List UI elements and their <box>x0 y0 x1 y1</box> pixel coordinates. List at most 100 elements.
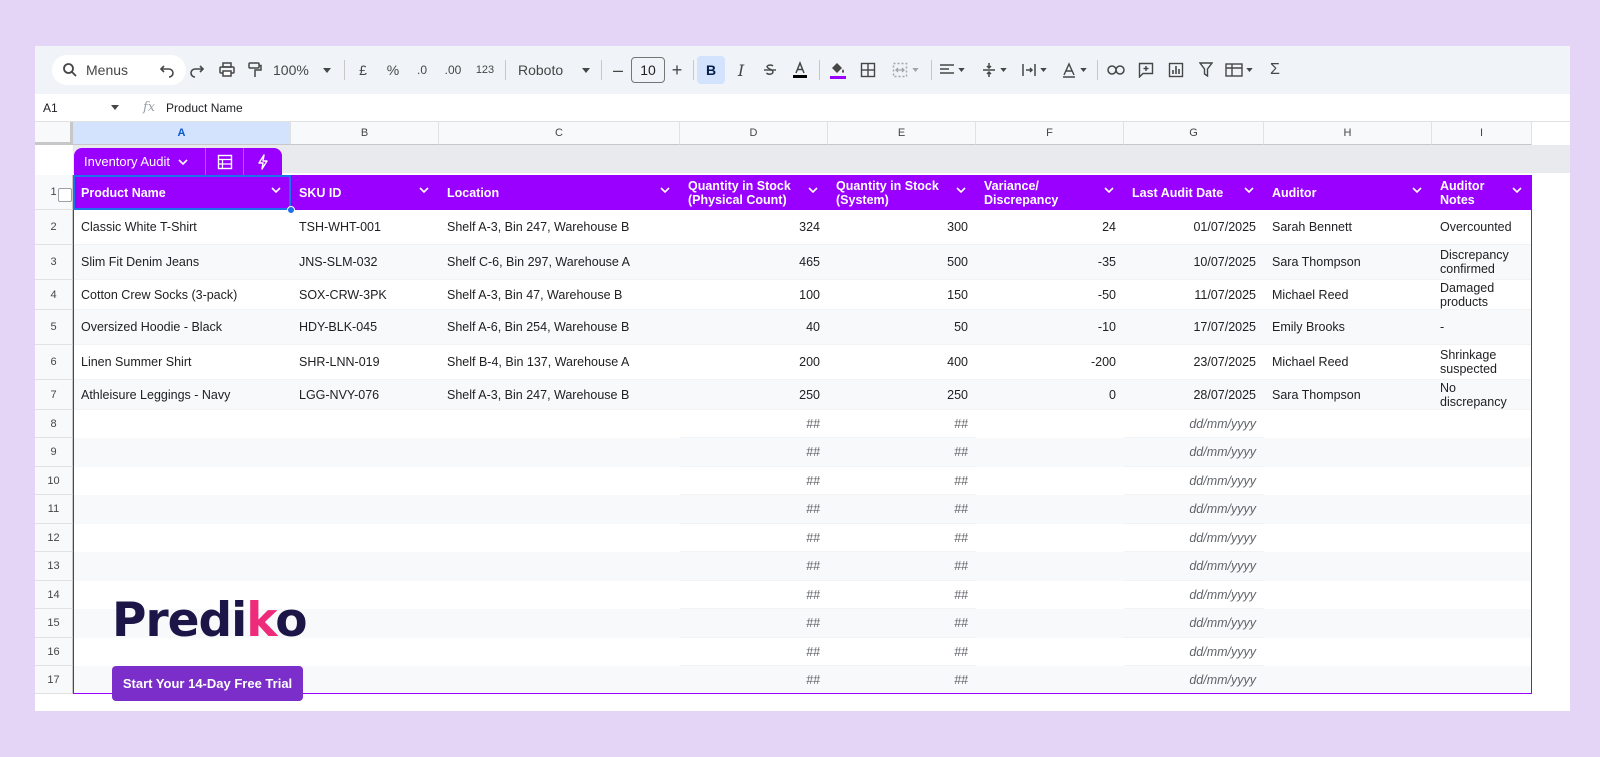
lightning-icon[interactable] <box>244 148 282 175</box>
cell-e9[interactable]: ## <box>828 438 976 467</box>
cell-a6[interactable]: Linen Summer Shirt <box>73 345 291 380</box>
cell-h4[interactable]: Michael Reed <box>1264 280 1432 310</box>
cell-h5[interactable]: Emily Brooks <box>1264 310 1432 345</box>
table-header-h[interactable]: Auditor <box>1264 175 1432 210</box>
table-header-a[interactable]: Product Name <box>73 175 291 210</box>
row-header-16[interactable]: 16 <box>35 638 73 666</box>
fill-color-icon[interactable] <box>825 56 851 84</box>
cell-e14[interactable]: ## <box>828 581 976 609</box>
cell-e16[interactable]: ## <box>828 638 976 666</box>
cell-i2[interactable]: Overcounted <box>1432 210 1532 245</box>
text-wrap-icon[interactable] <box>1017 56 1051 84</box>
print-icon[interactable] <box>215 56 239 84</box>
row-header-11[interactable]: 11 <box>35 495 73 524</box>
cell-h2[interactable]: Sarah Bennett <box>1264 210 1432 245</box>
font-size-decrease-button[interactable]: – <box>608 56 628 84</box>
filter-views-icon[interactable] <box>1221 56 1257 84</box>
cell-h3[interactable]: Sara Thompson <box>1264 245 1432 280</box>
column-header-c[interactable]: C <box>439 122 680 145</box>
free-trial-button[interactable]: Start Your 14-Day Free Trial <box>112 666 303 701</box>
row-header-17[interactable]: 17 <box>35 666 73 694</box>
cell-g6[interactable]: 23/07/2025 <box>1124 345 1264 380</box>
column-header-g[interactable]: G <box>1124 122 1264 145</box>
cell-a4[interactable]: Cotton Crew Socks (3-pack) <box>73 280 291 310</box>
cell-g8[interactable]: dd/mm/yyyy <box>1124 410 1264 438</box>
cell-a2[interactable]: Classic White T-Shirt <box>73 210 291 245</box>
cell-d8[interactable]: ## <box>680 410 828 438</box>
functions-button[interactable]: Σ <box>1263 56 1287 84</box>
column-header-a[interactable]: A <box>73 122 291 145</box>
column-header-h[interactable]: H <box>1264 122 1432 145</box>
cell-d13[interactable]: ## <box>680 552 828 581</box>
cell-g10[interactable]: dd/mm/yyyy <box>1124 467 1264 495</box>
text-color-icon[interactable] <box>787 56 813 84</box>
cell-g2[interactable]: 01/07/2025 <box>1124 210 1264 245</box>
cell-d14[interactable]: ## <box>680 581 828 609</box>
table-header-g[interactable]: Last Audit Date <box>1124 175 1264 210</box>
cell-g9[interactable]: dd/mm/yyyy <box>1124 438 1264 467</box>
cell-b2[interactable]: TSH-WHT-001 <box>291 210 439 245</box>
cell-g12[interactable]: dd/mm/yyyy <box>1124 524 1264 552</box>
filter-icon[interactable] <box>1193 56 1219 84</box>
cell-d2[interactable]: 324 <box>680 210 828 245</box>
cell-d5[interactable]: 40 <box>680 310 828 345</box>
font-size-increase-button[interactable]: + <box>667 56 687 84</box>
cell-b5[interactable]: HDY-BLK-045 <box>291 310 439 345</box>
row-header-3[interactable]: 3 <box>35 245 73 280</box>
cell-b4[interactable]: SOX-CRW-3PK <box>291 280 439 310</box>
cell-g3[interactable]: 10/07/2025 <box>1124 245 1264 280</box>
font-family-select[interactable]: Roboto <box>514 56 594 84</box>
cell-i5[interactable]: - <box>1432 310 1532 345</box>
cell-f3[interactable]: -35 <box>976 245 1124 280</box>
cell-a7[interactable]: Athleisure Leggings - Navy <box>73 380 291 410</box>
cell-d9[interactable]: ## <box>680 438 828 467</box>
cell-g14[interactable]: dd/mm/yyyy <box>1124 581 1264 609</box>
cell-d11[interactable]: ## <box>680 495 828 524</box>
cell-f5[interactable]: -10 <box>976 310 1124 345</box>
cell-e2[interactable]: 300 <box>828 210 976 245</box>
vertical-align-icon[interactable] <box>977 56 1011 84</box>
cell-e5[interactable]: 50 <box>828 310 976 345</box>
column-header-i[interactable]: I <box>1432 122 1532 145</box>
cell-e6[interactable]: 400 <box>828 345 976 380</box>
fill-handle[interactable] <box>287 206 295 214</box>
cell-g13[interactable]: dd/mm/yyyy <box>1124 552 1264 581</box>
strikethrough-icon[interactable] <box>757 56 783 84</box>
cell-d7[interactable]: 250 <box>680 380 828 410</box>
table-header-b[interactable]: SKU ID <box>291 175 439 210</box>
row-header-7[interactable]: 7 <box>35 380 73 410</box>
borders-icon[interactable] <box>855 56 881 84</box>
table-header-c[interactable]: Location <box>439 175 680 210</box>
table-tab[interactable]: Inventory Audit <box>74 148 282 175</box>
cell-e3[interactable]: 500 <box>828 245 976 280</box>
percent-format-button[interactable]: % <box>382 56 404 84</box>
zoom-select[interactable]: 100% <box>273 56 335 84</box>
cell-g4[interactable]: 11/07/2025 <box>1124 280 1264 310</box>
cell-i7[interactable]: No discrepancy <box>1432 380 1532 410</box>
cell-d17[interactable]: ## <box>680 666 828 694</box>
cell-i6[interactable]: Shrinkage suspected <box>1432 345 1532 380</box>
cell-g17[interactable]: dd/mm/yyyy <box>1124 666 1264 694</box>
row-header-4[interactable]: 4 <box>35 280 73 310</box>
table-header-f[interactable]: Variance/ Discrepancy <box>976 175 1124 210</box>
cell-c2[interactable]: Shelf A-3, Bin 247, Warehouse B <box>439 210 680 245</box>
row-header-13[interactable]: 13 <box>35 552 73 581</box>
select-all-corner[interactable] <box>35 122 73 145</box>
row-header-6[interactable]: 6 <box>35 345 73 380</box>
cell-c7[interactable]: Shelf A-3, Bin 247, Warehouse B <box>439 380 680 410</box>
table-name-button[interactable]: Inventory Audit <box>74 148 205 175</box>
cell-a5[interactable]: Oversized Hoodie - Black <box>73 310 291 345</box>
table-view-icon[interactable] <box>206 148 244 175</box>
number-format-button[interactable]: 123 <box>472 56 498 84</box>
paint-format-icon[interactable] <box>243 56 267 84</box>
column-header-f[interactable]: F <box>976 122 1124 145</box>
row-header-12[interactable]: 12 <box>35 524 73 552</box>
row-header-8[interactable]: 8 <box>35 410 73 438</box>
cell-a3[interactable]: Slim Fit Denim Jeans <box>73 245 291 280</box>
cell-e11[interactable]: ## <box>828 495 976 524</box>
horizontal-align-icon[interactable] <box>935 56 969 84</box>
cell-g16[interactable]: dd/mm/yyyy <box>1124 638 1264 666</box>
bold-button[interactable]: B <box>697 56 725 84</box>
font-size-input[interactable]: 10 <box>631 57 665 83</box>
comment-icon[interactable] <box>1133 56 1159 84</box>
